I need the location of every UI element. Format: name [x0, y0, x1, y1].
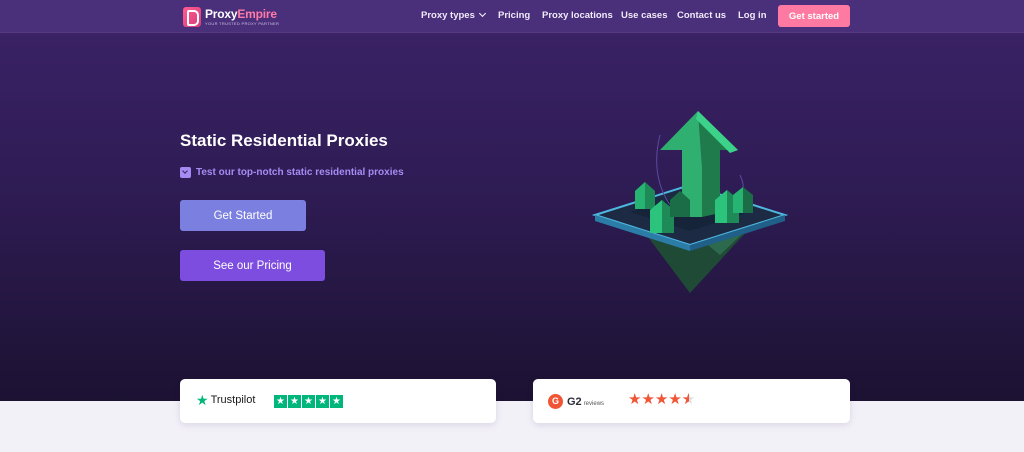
- trustpilot-card[interactable]: ★ Trustpilot ★ ★ ★ ★ ★: [180, 379, 496, 423]
- trustpilot-rating: ★ ★ ★ ★ ★: [274, 395, 343, 408]
- star-icon: ★: [302, 395, 315, 408]
- logo-name-part1: Proxy: [205, 7, 238, 21]
- logo-tagline: YOUR TRUSTED PROXY PARTNER: [205, 21, 280, 26]
- nav-item-label: Proxy types: [421, 10, 475, 21]
- see-pricing-button[interactable]: See our Pricing: [180, 250, 325, 281]
- g2-name: G2: [567, 395, 582, 408]
- hero-illustration: [591, 111, 789, 293]
- star-icon: ★: [330, 395, 343, 408]
- logo-name: ProxyEmpire: [205, 8, 279, 20]
- navbar: ProxyEmpire YOUR TRUSTED PROXY PARTNER P…: [0, 0, 1024, 33]
- logo-text: ProxyEmpire YOUR TRUSTED PROXY PARTNER: [205, 8, 279, 26]
- hero-subtitle[interactable]: Test our top-notch static residential pr…: [180, 167, 404, 178]
- g2-rating: ★★★★★★: [628, 391, 696, 408]
- trustpilot-logo: ★ Trustpilot: [196, 393, 255, 407]
- star-icon: ★: [274, 395, 287, 408]
- nav-item-pricing[interactable]: Pricing: [498, 10, 530, 21]
- g2-logo: G G2 reviews: [548, 394, 604, 409]
- trustpilot-star-icon: ★: [196, 392, 209, 408]
- logo[interactable]: ProxyEmpire YOUR TRUSTED PROXY PARTNER: [183, 6, 279, 28]
- hero-subtitle-text: Test our top-notch static residential pr…: [196, 167, 404, 178]
- get-started-nav-button[interactable]: Get started: [778, 5, 850, 27]
- star-icon: ★: [316, 395, 329, 408]
- g2-reviews-label: reviews: [583, 400, 605, 407]
- g2-card[interactable]: G G2 reviews ★★★★★★: [533, 379, 850, 423]
- chevron-down-icon: [478, 9, 486, 18]
- nav-item-use-cases[interactable]: Use cases: [621, 10, 667, 21]
- nav-item-log-in[interactable]: Log in: [738, 10, 767, 21]
- hero-section: ProxyEmpire YOUR TRUSTED PROXY PARTNER P…: [0, 0, 1024, 401]
- page-title: Static Residential Proxies: [180, 131, 388, 150]
- nav-item-contact-us[interactable]: Contact us: [677, 10, 726, 21]
- nav-item-proxy-locations[interactable]: Proxy locations: [542, 10, 613, 21]
- trustpilot-name: Trustpilot: [210, 394, 256, 406]
- nav-item-proxy-types[interactable]: Proxy types: [421, 9, 486, 21]
- star-icon: ★: [288, 395, 301, 408]
- g2-icon: G: [548, 394, 563, 409]
- logo-icon: [183, 7, 201, 27]
- logo-name-part2: Empire: [237, 7, 277, 21]
- download-icon: [180, 167, 191, 178]
- get-started-button[interactable]: Get Started: [180, 200, 306, 231]
